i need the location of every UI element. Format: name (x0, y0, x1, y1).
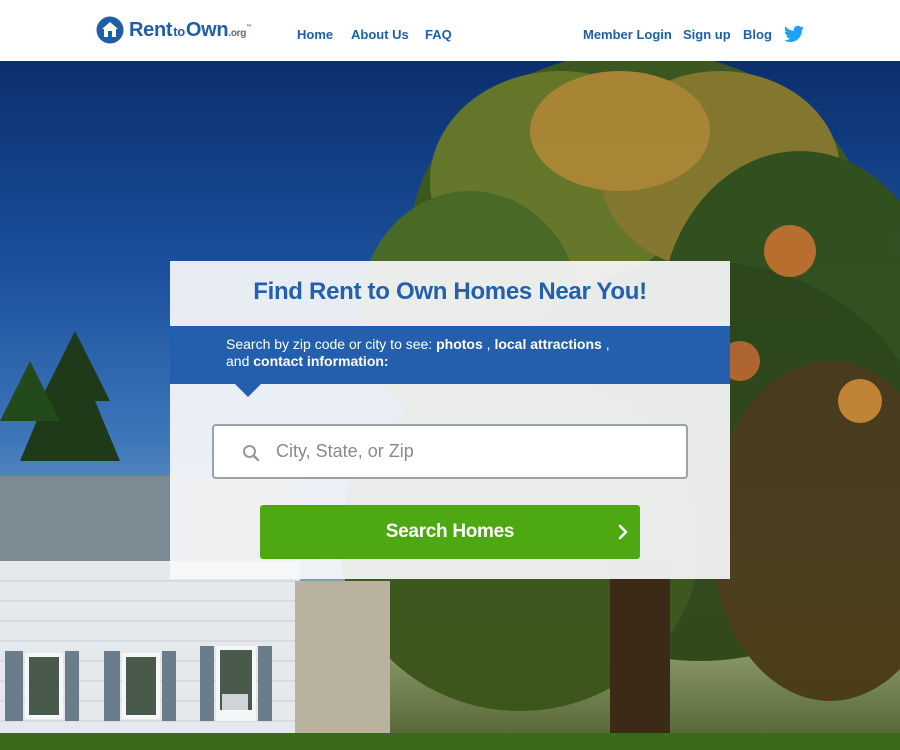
search-info-band: Search by zip code or city to see: photo… (170, 326, 730, 384)
search-card-title: Find Rent to Own Homes Near You! (253, 278, 647, 305)
search-box[interactable] (212, 424, 688, 479)
search-input[interactable] (276, 426, 676, 477)
nav-sign-up[interactable]: Sign up (683, 27, 731, 42)
search-info-text: Search by zip code or city to see: photo… (226, 336, 610, 369)
site-header: RenttoOwn.org™ Home About Us FAQ Member … (0, 0, 900, 61)
search-card: Find Rent to Own Homes Near You! Search … (170, 261, 730, 579)
chevron-right-icon (618, 524, 628, 540)
search-homes-label: Search Homes (385, 521, 515, 542)
twitter-icon[interactable] (784, 25, 804, 43)
house-logo-icon (96, 16, 124, 44)
search-icon (243, 445, 260, 462)
search-homes-button[interactable]: Search Homes (260, 505, 640, 559)
contact-information-label: contact information: (253, 353, 389, 369)
nav-member-login[interactable]: Member Login (583, 27, 672, 42)
nav-about-us[interactable]: About Us (351, 27, 409, 42)
nav-faq[interactable]: FAQ (425, 27, 452, 42)
photos-label: photos (436, 336, 483, 352)
logo-wordmark: RenttoOwn.org™ (129, 18, 252, 41)
nav-blog[interactable]: Blog (743, 27, 772, 42)
local-attractions-label: local attractions (494, 336, 602, 352)
rent-to-own-logo[interactable]: RenttoOwn.org™ (96, 15, 252, 45)
nav-home[interactable]: Home (297, 27, 333, 42)
band-pointer-arrow (234, 383, 262, 397)
